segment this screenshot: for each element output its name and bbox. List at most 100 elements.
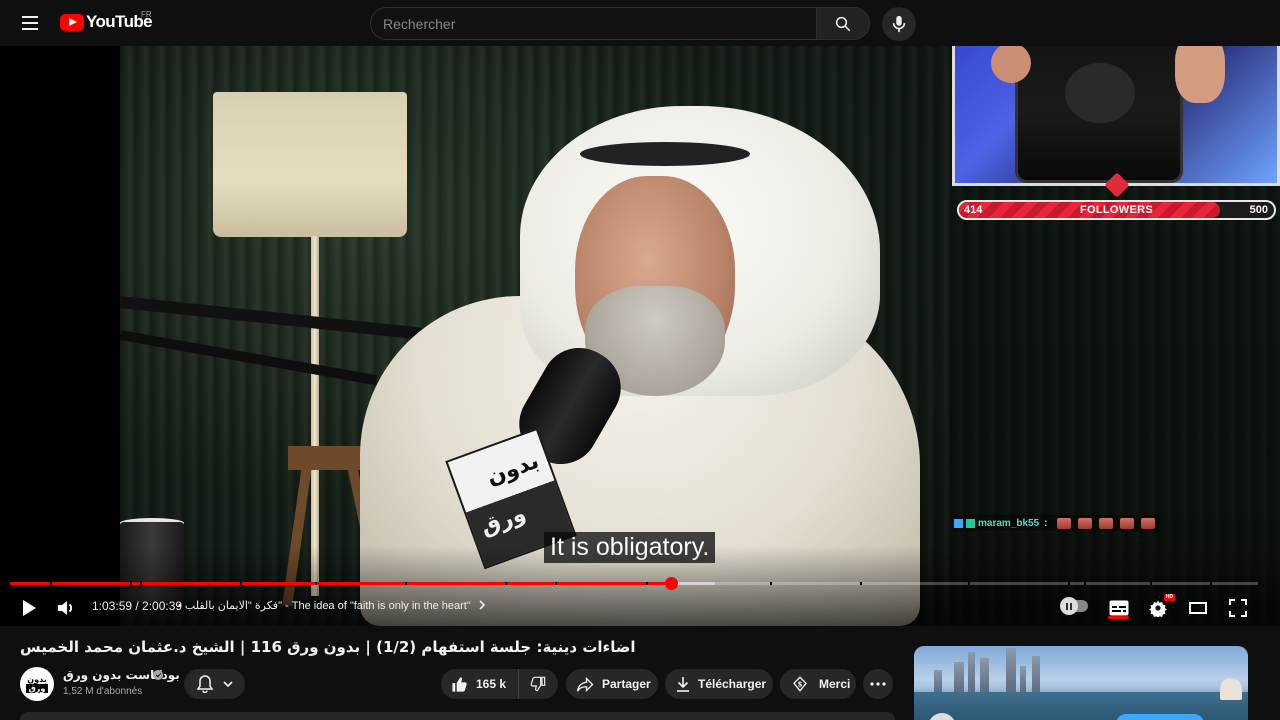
followers-current: 414	[964, 204, 983, 216]
chapter-marker	[1084, 582, 1086, 585]
chevron-down-icon	[222, 680, 233, 687]
masthead: YouTube FR	[0, 0, 1280, 46]
voice-search-button[interactable]	[882, 7, 916, 41]
skyline-building	[954, 662, 964, 692]
avatar-text-bottom: ورق	[25, 684, 49, 693]
chat-colon: :	[1044, 517, 1048, 529]
skyline-building	[1032, 656, 1040, 692]
fullscreen-button[interactable]	[1220, 594, 1256, 622]
notifications-button[interactable]	[184, 669, 245, 699]
search-icon	[835, 16, 851, 31]
chapter-button[interactable]: • فكرة "الايمان بالقلب" - The idea of "f…	[178, 599, 486, 612]
chat-emote-icon	[1098, 517, 1113, 529]
volume-icon	[58, 601, 73, 615]
chat-badge-icon	[954, 518, 963, 528]
chapter-marker	[555, 582, 557, 585]
guide-menu-button[interactable]	[14, 8, 46, 38]
thanks-label: Merci	[819, 677, 851, 691]
controls-gradient	[0, 546, 1280, 626]
chapter-marker	[240, 582, 242, 585]
avatar-text-top: بدون	[27, 675, 47, 684]
sidebar-ad-thumbnail[interactable]	[914, 646, 1248, 720]
chapter-marker	[1068, 582, 1070, 585]
youtube-logo[interactable]: YouTube FR	[60, 10, 153, 32]
chat-badge-icon	[966, 518, 975, 528]
download-button[interactable]: Télécharger	[665, 669, 773, 699]
download-label: Télécharger	[698, 677, 767, 691]
channel-avatar[interactable]: بدون ورق	[20, 667, 54, 701]
video-player[interactable]: بدون ورق It is obligatory. FOLLOWERS 414…	[0, 46, 1280, 626]
chapter-marker	[1150, 582, 1152, 585]
chapter-marker	[315, 582, 317, 585]
share-arrow-icon	[576, 676, 594, 692]
play-icon	[23, 600, 36, 616]
chapter-title: فكرة "الايمان بالقلب" - The idea of "fai…	[184, 600, 471, 612]
like-button[interactable]: 165 k	[441, 669, 519, 699]
super-thanks-icon: $	[793, 676, 807, 692]
pause-icon	[1060, 597, 1078, 615]
speaker-igal	[580, 142, 750, 166]
super-thanks-button[interactable]: $ Merci	[780, 669, 856, 699]
autoplay-toggle[interactable]	[1060, 597, 1088, 615]
progress-played	[10, 582, 672, 585]
webcam-reflection	[1065, 63, 1135, 123]
fullscreen-icon	[1229, 599, 1247, 617]
youtube-play-logo-icon	[60, 13, 84, 31]
thumbs-up-icon	[452, 676, 467, 692]
microphone-icon	[892, 15, 906, 33]
chapter-marker	[405, 582, 407, 585]
more-horizontal-icon	[870, 682, 886, 686]
subtitles-active-indicator	[1108, 616, 1129, 619]
subtitles-icon	[1109, 600, 1129, 616]
search-input[interactable]	[371, 8, 817, 39]
time-display: 1:03:59 / 2:00:39	[92, 599, 183, 613]
verified-badge-icon	[153, 670, 163, 680]
lamp-shade	[213, 92, 407, 237]
chat-username: maram_bk55	[978, 517, 1040, 529]
chapter-marker	[770, 582, 772, 585]
chapter-marker	[860, 582, 862, 585]
lamp-pole	[311, 236, 319, 596]
mute-button[interactable]	[48, 594, 84, 622]
bell-icon	[196, 675, 213, 693]
skyline-building	[934, 670, 942, 692]
followers-label: FOLLOWERS	[1080, 204, 1153, 216]
followers-goal-bar: FOLLOWERS 414 500	[957, 200, 1276, 220]
progress-bar[interactable]	[10, 577, 1258, 590]
sidebar-ad-cta-button[interactable]	[1116, 714, 1204, 720]
chapter-marker	[140, 582, 142, 585]
description-box[interactable]	[20, 712, 895, 720]
like-dislike-group: 165 k	[441, 669, 558, 699]
hd-badge: HD	[1164, 594, 1175, 601]
gear-icon	[1149, 600, 1167, 617]
share-button[interactable]: Partager	[566, 669, 658, 699]
more-actions-button[interactable]	[863, 669, 893, 699]
chapter-marker	[130, 582, 132, 585]
hamburger-menu-icon	[22, 16, 38, 18]
streamer-webcam	[952, 46, 1280, 186]
chapter-marker	[1210, 582, 1212, 585]
play-button[interactable]	[11, 594, 47, 622]
skyline-building	[980, 658, 989, 692]
thumbs-down-icon	[530, 676, 546, 692]
skyline-building	[1006, 648, 1016, 692]
video-title: اضاءات دينية: جلسة استفهام (1/2) | بدون …	[20, 638, 636, 656]
webcam-hand	[1175, 46, 1225, 103]
country-code: FR	[141, 10, 152, 19]
dislike-button[interactable]	[519, 669, 557, 699]
chapter-separator: •	[178, 600, 182, 612]
like-count: 165 k	[476, 677, 507, 691]
search-box	[370, 7, 817, 40]
subscriber-count: 1,52 M d'abonnés	[63, 686, 143, 697]
download-icon	[677, 677, 689, 692]
search-button[interactable]	[816, 7, 870, 40]
theater-mode-icon	[1189, 602, 1207, 614]
skyline-dome	[1220, 678, 1242, 700]
chat-emote-icon	[1140, 517, 1155, 529]
chapter-marker	[646, 582, 648, 585]
chapter-marker	[968, 582, 970, 585]
theater-mode-button[interactable]	[1180, 594, 1216, 622]
chat-message: maram_bk55 :	[954, 515, 1159, 531]
share-label: Partager	[602, 677, 651, 691]
skyline-building	[1020, 666, 1026, 692]
